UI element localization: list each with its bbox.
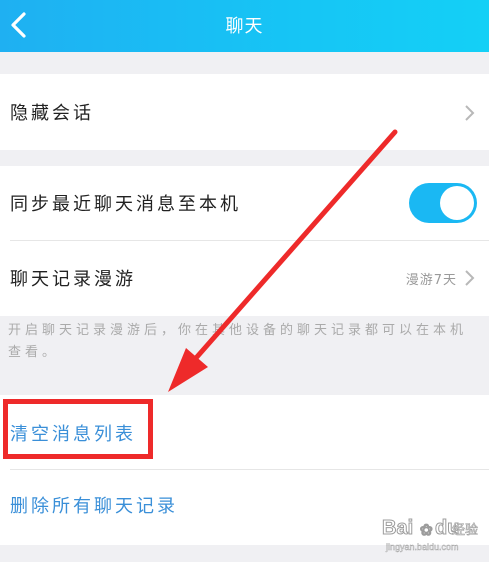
chevron-right-icon	[465, 105, 475, 121]
svg-text:Bai: Bai	[382, 517, 413, 539]
roaming-row[interactable]: 聊天记录漫游 漫游7天	[0, 241, 489, 316]
page-title: 聊天	[225, 16, 264, 37]
hidden-sessions-label: 隐藏会话	[10, 103, 94, 124]
baidu-watermark-logo: Bai ❀ du 经验 jingyan.baidu.com	[382, 517, 479, 553]
hidden-sessions-row[interactable]: 隐藏会话	[0, 74, 489, 150]
svg-text:jingyan.baidu.com: jingyan.baidu.com	[385, 542, 459, 552]
hidden-sessions-group: 隐藏会话	[0, 74, 489, 150]
sync-group: 同步最近聊天消息至本机 聊天记录漫游 漫游7天	[0, 166, 489, 316]
top-bar: 聊天	[0, 0, 489, 52]
sync-label: 同步最近聊天消息至本机	[10, 194, 241, 215]
delete-history-button[interactable]: 删除所有聊天记录	[10, 492, 178, 518]
svg-text:经验: 经验	[452, 522, 478, 538]
roaming-label: 聊天记录漫游	[10, 269, 136, 290]
sync-toggle[interactable]	[409, 183, 477, 223]
highlight-box	[3, 399, 153, 459]
roaming-hint-text: 开启聊天记录漫游后，你在其他设备的聊天记录都可以在本机查看。	[8, 323, 468, 360]
roaming-value: 漫游7天	[405, 273, 457, 288]
chevron-right-icon	[465, 270, 475, 286]
svg-text:❀: ❀	[420, 522, 433, 539]
toggle-knob	[440, 186, 474, 220]
sync-row: 同步最近聊天消息至本机	[0, 166, 489, 240]
